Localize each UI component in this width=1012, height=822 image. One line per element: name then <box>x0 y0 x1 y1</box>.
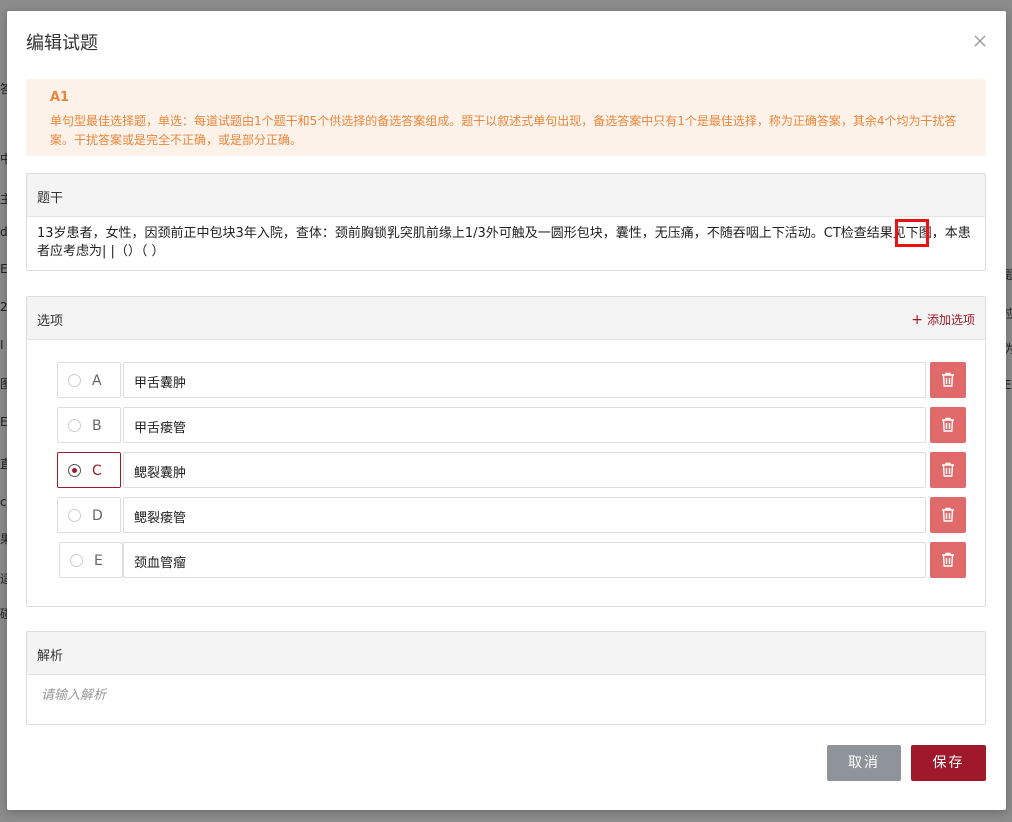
option-radio-d[interactable]: D <box>57 497 121 533</box>
delete-option-button[interactable] <box>930 407 966 443</box>
radio-circle-icon <box>68 464 81 477</box>
trash-icon <box>942 507 954 522</box>
stem-label: 题干 <box>37 191 64 206</box>
trash-icon <box>942 417 954 432</box>
stem-panel: 题干 13岁患者，女性，因颈前正中包块3年入院，查体：颈前胸锁乳突肌前缘上1/3… <box>26 173 986 271</box>
question-type-description: 单句型最佳选择题，单选：每道试题由1个题干和5个供选择的备选答案组成。题干以叙述… <box>50 114 957 147</box>
add-option-button[interactable]: + 添加选项 <box>911 311 975 328</box>
analysis-panel-header: 解析 <box>27 632 985 675</box>
question-type-label: A1 <box>50 90 70 105</box>
highlight-annotation-box <box>895 219 929 247</box>
stem-panel-header: 题干 <box>27 174 985 217</box>
delete-option-button[interactable] <box>930 362 966 398</box>
stem-editor[interactable]: 13岁患者，女性，因颈前正中包块3年入院，查体：颈前胸锁乳突肌前缘上1/3外可触… <box>27 217 985 269</box>
analysis-label: 解析 <box>37 649 64 664</box>
options-label: 选项 <box>37 314 64 329</box>
option-letter: B <box>92 418 102 434</box>
plus-icon: + <box>911 312 923 328</box>
analysis-input[interactable]: 请输入解析 <box>27 675 985 723</box>
option-letter: E <box>94 553 103 569</box>
delete-option-button[interactable] <box>930 542 966 578</box>
radio-circle-icon <box>68 509 81 522</box>
option-letter: D <box>92 508 103 524</box>
trash-icon <box>942 462 954 477</box>
radio-circle-icon <box>68 419 81 432</box>
analysis-panel: 解析 请输入解析 <box>26 631 986 725</box>
option-radio-c[interactable]: C <box>57 452 121 488</box>
option-input-e[interactable]: 颈血管瘤 <box>123 542 926 578</box>
question-type-notice: A1 单句型最佳选择题，单选：每道试题由1个题干和5个供选择的备选答案组成。题干… <box>26 79 986 156</box>
option-input-d[interactable]: 鳃裂瘘管 <box>123 497 926 533</box>
option-input-a[interactable]: 甲舌囊肿 <box>123 362 926 398</box>
radio-dot-icon <box>72 468 77 473</box>
radio-circle-icon <box>68 374 81 387</box>
radio-circle-icon <box>70 554 83 567</box>
close-icon <box>974 35 986 47</box>
save-button[interactable]: 保存 <box>911 745 986 781</box>
delete-option-button[interactable] <box>930 452 966 488</box>
stem-text: 13岁患者，女性，因颈前正中包块3年入院，查体：颈前胸锁乳突肌前缘上1/3外可触… <box>37 226 971 259</box>
analysis-placeholder: 请输入解析 <box>41 688 107 703</box>
option-letter: A <box>92 373 102 389</box>
option-radio-b[interactable]: B <box>57 407 121 443</box>
add-option-label: 添加选项 <box>926 313 975 327</box>
option-letter: C <box>92 463 102 479</box>
options-panel: 选项 + 添加选项 A 甲舌囊肿 B 甲舌瘘管 C 鳃裂囊肿 D 鳃裂瘘管 E 颈血管瘤 <box>26 296 986 607</box>
options-panel-header: 选项 + 添加选项 <box>27 297 985 340</box>
edit-question-dialog: 编辑试题 A1 单句型最佳选择题，单选：每道试题由1个题干和5个供选择的备选答案… <box>7 11 1006 810</box>
cancel-button[interactable]: 取消 <box>827 745 901 781</box>
option-input-c[interactable]: 鳃裂囊肿 <box>123 452 926 488</box>
close-button[interactable] <box>974 35 990 51</box>
option-radio-e[interactable]: E <box>59 542 123 578</box>
delete-option-button[interactable] <box>930 497 966 533</box>
trash-icon <box>942 552 954 567</box>
dialog-title: 编辑试题 <box>26 33 98 54</box>
option-input-b[interactable]: 甲舌瘘管 <box>123 407 926 443</box>
option-radio-a[interactable]: A <box>57 362 121 398</box>
trash-icon <box>942 372 954 387</box>
